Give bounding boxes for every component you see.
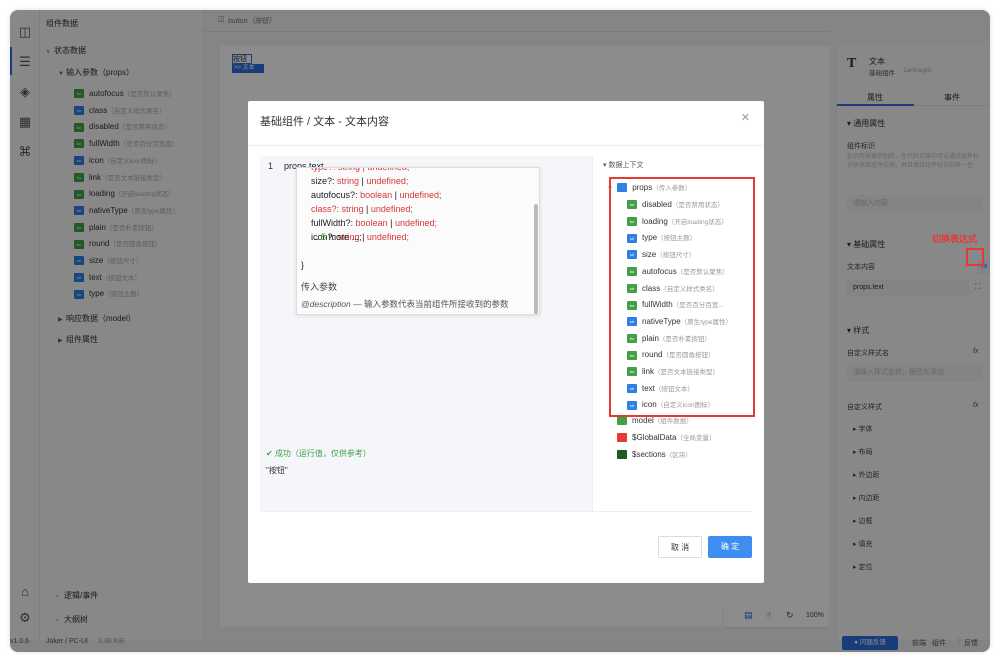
popup-close-brace: } xyxy=(301,260,305,270)
autocomplete-popup: type?: string | undefined; size?: string… xyxy=(296,167,540,315)
popup-description: @description — 输入参数代表当前组件所接收到的参数 xyxy=(301,298,508,310)
caret-down-icon: ▾ xyxy=(603,162,607,169)
field-type: boolean xyxy=(360,190,393,200)
popup-label: 传入参数 xyxy=(301,282,338,292)
popup-more-line: ... 5 more ...; xyxy=(311,232,362,242)
field-undefined: undefined; xyxy=(394,218,437,228)
field-key: autofocus?: xyxy=(311,190,358,200)
ctx-model-desc: （组件数据） xyxy=(653,418,693,425)
sections-icon xyxy=(617,450,627,460)
switch-expression-annotation: 切换表达式 xyxy=(932,234,978,244)
popup-scrollbar[interactable] xyxy=(534,204,538,314)
modal-footer-divider xyxy=(260,511,752,512)
result-status: ✔ 成功（运行值，仅供参考） xyxy=(266,448,371,459)
field-type: string xyxy=(341,204,364,214)
result-value: "按钮" xyxy=(266,466,288,475)
more-count: 5 xyxy=(321,232,327,242)
ctx-title: ▾ 数据上下文 xyxy=(603,158,643,174)
ctx-sections-desc: （区块） xyxy=(665,452,692,459)
expression-modal: 基础组件 / 文本 - 文本内容 ✕ 1 props.text type?: s… xyxy=(248,101,764,583)
global-data-icon xyxy=(617,433,627,443)
field-type: string xyxy=(337,176,360,186)
ctx-global-desc: （全局变量） xyxy=(676,435,716,442)
popup-type-line: type?: string | undefined; xyxy=(311,167,410,172)
field-sep: | xyxy=(363,204,371,214)
result-status-text: 成功（运行值，仅供参考） xyxy=(274,449,371,458)
close-icon[interactable]: ✕ xyxy=(741,111,750,124)
field-undefined: undefined; xyxy=(370,204,413,214)
ctx-global-name: $GlobalData xyxy=(632,433,677,442)
field-key: size?: xyxy=(311,176,335,186)
app-window: ◫ ☰ ◈ ▦ ⌘ ⌂ ⚙ 组件数据 ∨ 状态数据 ▼ 输入参数（props） bo… xyxy=(10,10,990,652)
ctx-global[interactable]: $GlobalData（全局变量） xyxy=(617,430,715,446)
field-type: boolean xyxy=(355,218,388,228)
highlight-box-fx xyxy=(966,248,984,266)
field-undefined: undefined; xyxy=(366,232,409,242)
ctx-title-label: 数据上下文 xyxy=(608,162,644,169)
modal-title: 基础组件 / 文本 - 文本内容 xyxy=(260,116,389,128)
success-icon: ✔ xyxy=(266,449,273,458)
description-tag: @description xyxy=(301,299,351,309)
field-undefined: undefined; xyxy=(366,176,409,186)
popup-line: fullWidth?: boolean | undefined; xyxy=(311,218,437,228)
more-prefix: ... xyxy=(311,232,319,242)
field-sep: | xyxy=(387,218,395,228)
modal-divider xyxy=(248,145,764,146)
description-text: — 输入参数代表当前组件所接收到的参数 xyxy=(353,299,509,309)
highlight-box-props xyxy=(609,177,755,417)
popup-line: size?: string | undefined; xyxy=(311,176,408,186)
model-icon xyxy=(617,416,627,426)
line-number: 1 xyxy=(268,161,274,171)
popup-line: class?: string | undefined; xyxy=(311,204,413,214)
more-suffix: more ...; xyxy=(328,232,362,242)
ctx-sections[interactable]: $sections（区块） xyxy=(617,447,692,463)
confirm-button[interactable]: 确 定 xyxy=(708,536,752,558)
field-key: class?: xyxy=(311,204,340,214)
field-undefined: undefined; xyxy=(399,190,442,200)
field-key: fullWidth?: xyxy=(311,218,354,228)
popup-line: autofocus?: boolean | undefined; xyxy=(311,190,442,200)
code-editor[interactable]: 1 props.text type?: string | undefined; … xyxy=(260,156,592,511)
cancel-button[interactable]: 取 消 xyxy=(658,536,702,558)
ctx-model-name: model xyxy=(632,416,654,425)
ctx-sections-name: $sections xyxy=(632,450,666,459)
